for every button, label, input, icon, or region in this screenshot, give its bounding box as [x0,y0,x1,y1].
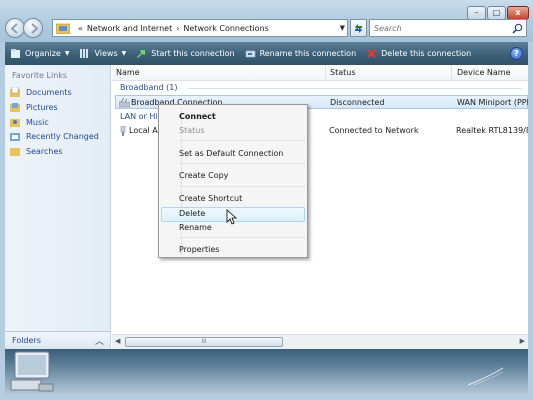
column-header-device-name[interactable]: Device Name [457,68,511,77]
menu-item-status[interactable]: Status [179,126,205,135]
back-arrow-icon [10,23,18,34]
chevron-down-icon: ▼ [64,50,70,57]
organize-button[interactable]: Organize ▼ [5,42,74,65]
forward-arrow-icon [31,23,39,34]
menu-item-set-default[interactable]: Set as Default Connection [179,149,283,158]
menu-separator [179,237,305,238]
rename-icon [245,50,255,58]
menu-separator [179,140,305,141]
address-dropdown-icon[interactable]: ▼ [340,24,345,32]
menu-item-properties[interactable]: Properties [179,245,219,254]
views-button[interactable]: Views ▼ [74,42,131,65]
lan-connection-icon [120,126,126,136]
breadcrumb-chevron-icon[interactable]: › [176,24,179,33]
menu-separator [179,163,305,164]
search-box[interactable] [369,19,527,37]
connection-status: Disconnected [330,98,385,107]
navigation-pane: Favorite Links Documents Pictures Music … [5,65,111,331]
recently-changed-folder-icon [10,133,20,141]
close-button[interactable]: x [507,6,529,20]
horizontal-scrollbar[interactable]: ◀ III ▶ [112,334,528,349]
address-bar[interactable]: « Network and Internet › Network Connect… [52,19,348,37]
group-header-broadband[interactable]: Broadband (1) [120,83,177,92]
breadcrumb-network-connections[interactable]: Network Connections [183,24,268,33]
nav-link-recently-changed[interactable]: Recently Changed [10,131,99,141]
menu-item-connect[interactable]: Connect [179,112,216,121]
column-header-name[interactable]: Name [116,68,140,77]
pictures-folder-icon [10,103,20,112]
scroll-right-arrow-icon[interactable]: ▶ [520,337,525,345]
maximize-button[interactable]: □ [487,6,506,20]
favorite-links-heading: Favorite Links [12,71,68,80]
search-input[interactable] [370,20,500,36]
nav-link-documents[interactable]: Documents [10,87,72,97]
column-header-status[interactable]: Status [330,68,356,77]
connection-name: Local Ar [129,126,162,135]
scrollbar-thumb[interactable]: III [125,337,283,347]
nav-link-pictures[interactable]: Pictures [10,102,58,112]
back-button[interactable] [5,18,25,38]
start-connection-button[interactable]: Start this connection [131,42,239,65]
details-pane [5,349,528,395]
window-border-right [528,42,533,400]
delete-x-icon [367,49,376,58]
organize-icon [11,49,20,58]
scroll-left-arrow-icon[interactable]: ◀ [115,337,120,345]
connection-device: Realtek RTL8139/810 [456,126,528,135]
menu-item-rename[interactable]: Rename [179,223,212,232]
command-bar: Organize ▼ Views ▼ Start this connection R… [5,42,528,65]
help-icon[interactable]: ? [510,47,523,60]
folders-toggle[interactable]: Folders ︿ [5,331,111,349]
connection-device: WAN Miniport (PPP [457,98,528,107]
rename-connection-button[interactable]: Rename this connection [240,42,362,65]
menu-item-delete[interactable]: Delete [179,209,205,218]
refresh-button[interactable] [350,19,367,37]
network-connections-large-icon [10,351,54,392]
connection-status: Connected to Network [329,126,419,135]
network-folder-icon [56,23,70,34]
broadband-connection-icon [119,98,130,108]
forward-button[interactable] [23,18,43,38]
decorative-swoosh-icon [468,367,504,386]
minimize-button[interactable]: – [467,6,486,20]
delete-connection-button[interactable]: Delete this connection [361,42,476,65]
views-icon [80,49,89,58]
window-border-bottom [0,395,533,400]
group-header-lan[interactable]: LAN or Hig [120,112,163,121]
chevron-up-icon: ︿ [94,337,104,347]
nav-link-searches[interactable]: Searches [10,146,63,156]
refresh-icon [355,23,362,33]
chevron-down-icon: ▼ [121,50,127,57]
menu-separator [179,186,305,187]
music-folder-icon [10,119,20,127]
start-connection-icon [137,50,146,58]
menu-item-create-shortcut[interactable]: Create Shortcut [179,194,242,203]
column-headers: Name Status Device Name [112,65,528,81]
documents-folder-icon [10,87,20,97]
breadcrumb-network-and-internet[interactable]: Network and Internet [87,24,172,33]
search-icon[interactable] [512,23,523,34]
menu-item-create-copy[interactable]: Create Copy [179,171,228,180]
nav-link-music[interactable]: Music [10,117,49,127]
searches-folder-icon [10,148,20,156]
mouse-cursor-icon [226,209,238,225]
context-menu: Connect Status Set as Default Connection… [158,104,308,258]
